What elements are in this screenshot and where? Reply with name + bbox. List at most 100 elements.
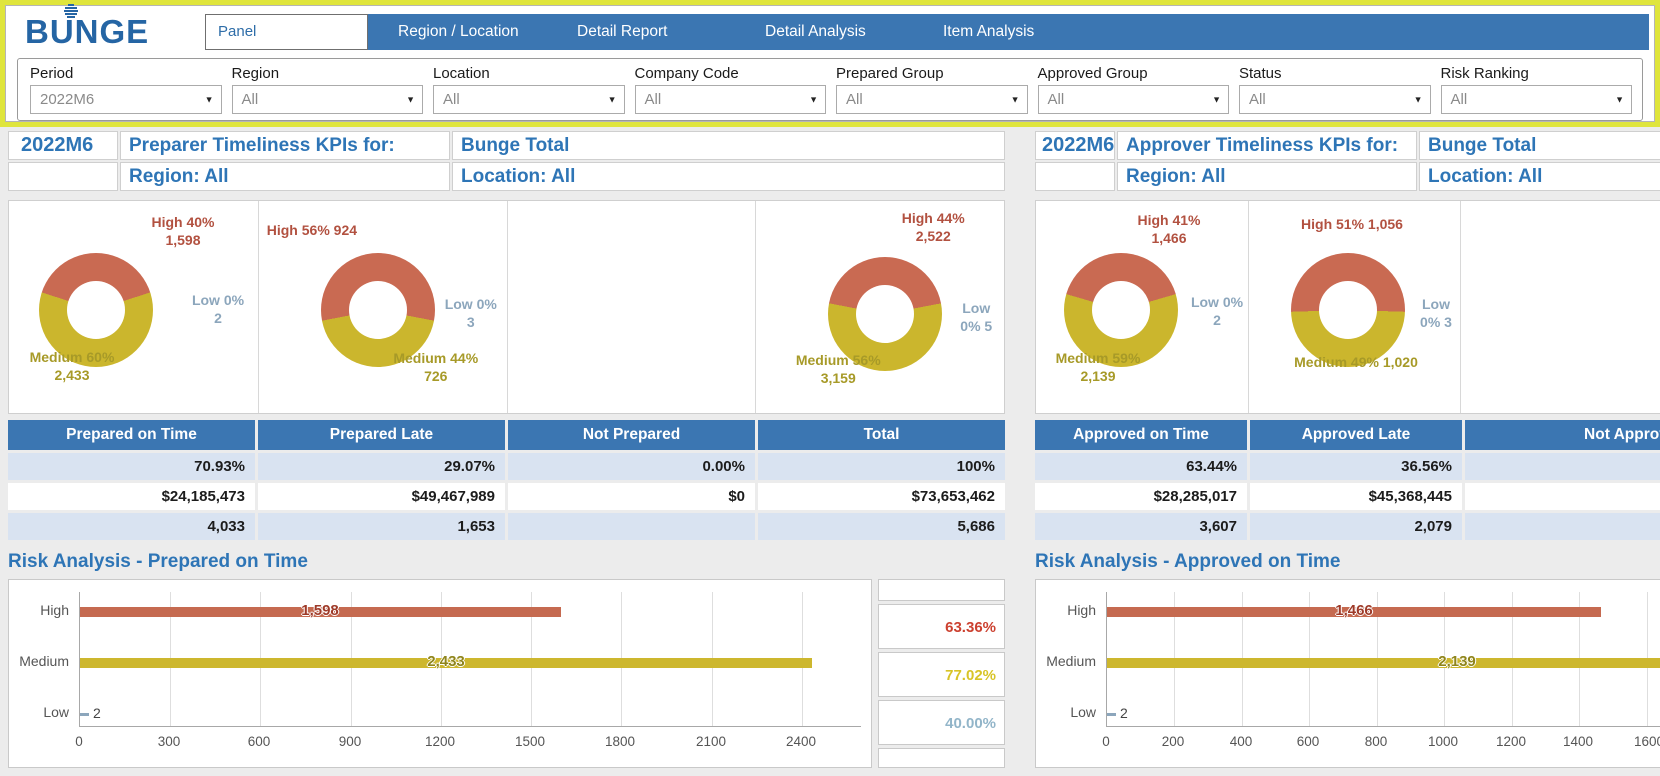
x-tick-label: 0 — [1102, 734, 1110, 749]
donut-cell-not-approved — [1460, 201, 1660, 413]
donut-label-medium: Medium 44% 726 — [393, 350, 479, 384]
filter-prepared-group-select[interactable]: All ▼ — [836, 85, 1028, 114]
preparer-entity: Bunge Total — [452, 131, 1005, 160]
table-cell: $49,467,989 — [258, 483, 505, 510]
tab-detail-report[interactable]: Detail Report — [577, 14, 667, 50]
donut-cell-prepared-on-time: High 40% 1,598 Low 0% 2 Medium 60% 2,433 — [9, 201, 258, 413]
donut-label-low: Low 0% 3 — [444, 296, 497, 330]
column-header: Approved on Time — [1035, 420, 1247, 450]
risk-analysis-title-approved: Risk Analysis - Approved on Time — [1035, 551, 1341, 572]
tab-panel[interactable]: Panel — [205, 14, 368, 50]
x-tick-label: 2100 — [695, 734, 727, 749]
dropdown-arrow-icon: ▼ — [1010, 94, 1020, 104]
bar-value-label: 2 — [93, 705, 101, 721]
filter-approved-group-select[interactable]: All ▼ — [1037, 85, 1229, 114]
column-header: Approved Late — [1250, 420, 1462, 450]
table-cell — [1465, 513, 1660, 540]
x-tick-label: 900 — [338, 734, 362, 749]
y-axis-label: Low — [43, 704, 69, 720]
preparer-title: Preparer Timeliness KPIs for: — [120, 131, 450, 160]
approver-kpi-header: 2022M6 Approver Timeliness KPIs for: Bun… — [1035, 131, 1660, 191]
x-tick-label: 1200 — [1495, 734, 1527, 749]
column-header: Prepared on Time — [8, 420, 255, 450]
donut-label-medium: Medium 59% 2,139 — [1055, 350, 1141, 384]
y-axis-label: High — [1067, 602, 1096, 618]
dropdown-arrow-icon: ▼ — [607, 94, 617, 104]
x-tick-label: 2400 — [785, 734, 817, 749]
dropdown-arrow-icon: ▼ — [1212, 94, 1221, 104]
approver-entity: Bunge Total — [1419, 131, 1660, 160]
nav-bar: Panel Region / Location Detail Report De… — [205, 14, 1649, 50]
filter-status-select[interactable]: All ▼ — [1239, 85, 1431, 114]
filter-status-label: Status — [1239, 65, 1282, 82]
empty-cell — [8, 162, 118, 191]
donut-label-high: High 51% 1,056 — [1301, 216, 1403, 232]
preparer-kpi-header: 2022M6 Preparer Timeliness KPIs for: Bun… — [8, 131, 1005, 191]
preparer-period: 2022M6 — [8, 131, 118, 160]
filter-company-code: Company Code All ▼ — [634, 62, 826, 114]
tab-detail-analysis[interactable]: Detail Analysis — [765, 14, 866, 50]
y-axis-label: Medium — [1046, 653, 1096, 669]
approver-risk-chart-area: High Medium Low 1,466 2,139 2 0 200 400 … — [1035, 579, 1660, 768]
x-tick-label: 600 — [1296, 734, 1320, 749]
approver-location: Location: All — [1419, 162, 1660, 191]
tab-region-location[interactable]: Region / Location — [398, 14, 519, 50]
filter-prepared-group-value: All — [846, 91, 863, 108]
filter-location-select[interactable]: All ▼ — [433, 85, 625, 114]
table-cell: 1,653 — [258, 513, 505, 540]
preparer-risk-chart-area: High Medium Low 1,598 2,433 2 0 300 600 … — [8, 579, 1005, 768]
table-cell: $73,653,462 — [758, 483, 1005, 510]
tab-item-analysis[interactable]: Item Analysis — [943, 14, 1034, 50]
x-tick-label: 600 — [247, 734, 271, 749]
filter-risk-ranking-select[interactable]: All ▼ — [1440, 85, 1632, 114]
filter-company-code-select[interactable]: All ▼ — [634, 85, 826, 114]
bar-value-label: 1,466 — [1335, 602, 1373, 619]
filter-risk-ranking-value: All — [1450, 91, 1468, 108]
bar-value-label: 1,598 — [301, 602, 339, 619]
filter-region-select[interactable]: All ▼ — [231, 85, 423, 114]
donut-cell-total: High 44% 2,522 Low 0% 5 Medium 56% 3,159 — [755, 201, 1004, 413]
filter-period-select[interactable]: 2022M6 ▼ — [30, 85, 222, 114]
filter-company-code-value: All — [644, 91, 662, 108]
bunge-logo-text: BUNGE — [25, 13, 150, 50]
x-tick-label: 800 — [1364, 734, 1388, 749]
donut-label-medium: Medium 49% 1,020 — [1294, 354, 1418, 370]
donut-cell-not-prepared — [506, 201, 756, 413]
x-tick-label: 1800 — [604, 734, 636, 749]
y-axis-label: High — [40, 602, 69, 618]
bar-value-label: 2 — [1120, 705, 1128, 721]
dropdown-arrow-icon: ▼ — [809, 94, 818, 104]
preparer-donut-grid: High 40% 1,598 Low 0% 2 Medium 60% 2,433 Hi… — [8, 200, 1005, 414]
preparer-region: Region: All — [120, 162, 450, 191]
column-header: Total — [758, 420, 1005, 450]
bunge-hive-icon — [64, 4, 78, 18]
table-cell — [1465, 453, 1660, 480]
donut-label-high: High 56% 924 — [266, 222, 358, 238]
table-cell — [1465, 483, 1660, 510]
approver-section: 2022M6 Approver Timeliness KPIs for: Bun… — [1035, 131, 1660, 768]
filter-region-value: All — [241, 91, 259, 108]
filter-location-label: Location — [433, 65, 490, 82]
bar-medium[interactable] — [1107, 658, 1660, 668]
donut-label-medium: Medium 56% 3,159 — [795, 352, 881, 386]
plot-area: 1,598 2,433 2 — [79, 592, 861, 727]
approver-period: 2022M6 — [1035, 131, 1115, 160]
x-tick-label: 1600 — [1633, 734, 1660, 749]
table-cell: 63.44% — [1035, 453, 1247, 480]
donut-cell-approved-late: High 51% 1,056 Low 0% 3 Medium 49% 1,020 — [1248, 201, 1460, 413]
percent-cell-empty — [878, 579, 1005, 601]
filter-region-label: Region — [231, 65, 280, 82]
table-cell: $28,285,017 — [1035, 483, 1247, 510]
column-header: Prepared Late — [258, 420, 505, 450]
x-tick-label: 1400 — [1562, 734, 1594, 749]
table-cell: $45,368,445 — [1250, 483, 1462, 510]
bar-chart-approved: High Medium Low 1,466 2,139 2 0 200 400 … — [1035, 579, 1660, 768]
filter-company-code-label: Company Code — [634, 65, 739, 82]
bar-low[interactable] — [1107, 713, 1116, 716]
table-cell: 5,686 — [758, 513, 1005, 540]
donut-label-low: Low 0% 3 — [1420, 296, 1452, 330]
donut-label-high: High 40% 1,598 — [151, 214, 215, 248]
donut-label-low: Low 0% 2 — [191, 292, 245, 326]
bar-low[interactable] — [80, 713, 89, 716]
x-tick-label: 200 — [1161, 734, 1185, 749]
